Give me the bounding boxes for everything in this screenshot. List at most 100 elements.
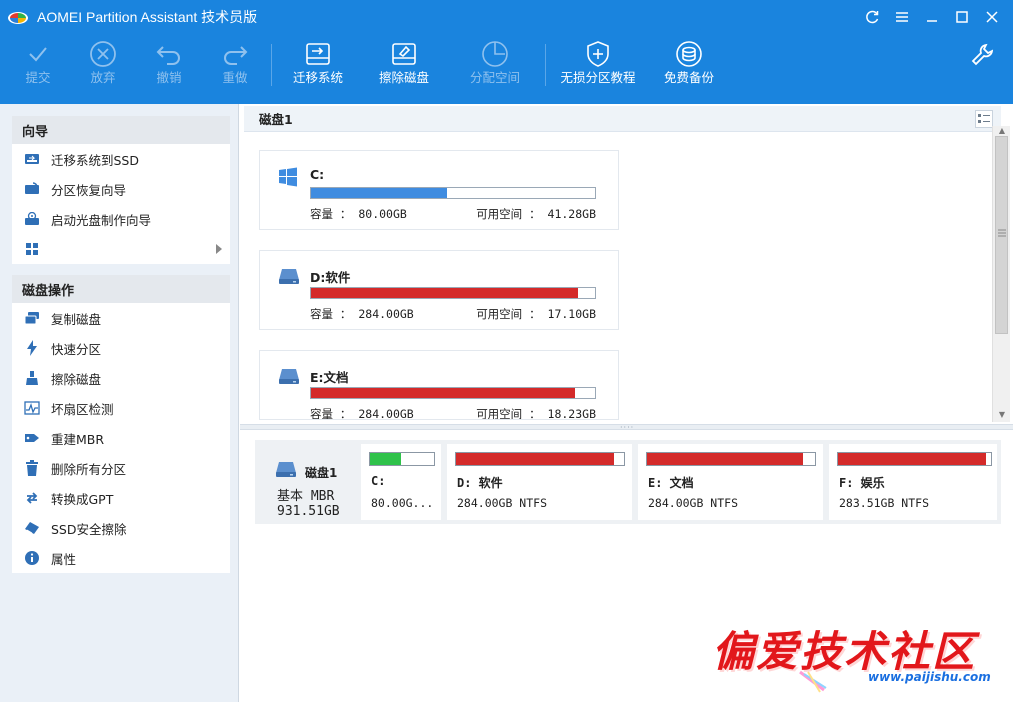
app-logo-icon xyxy=(8,12,28,24)
close-icon[interactable] xyxy=(977,2,1007,32)
sidebar-item-copy-disk[interactable]: 复制磁盘 xyxy=(12,303,230,333)
disk-operations-panel: 磁盘操作 复制磁盘 快速分区 擦除磁盘 坏扇区检测 重建MBR 删除所有分区 转… xyxy=(12,275,230,573)
partition-card-c[interactable]: C: 容量 ： 80.00GB 可用空间 ： 41.28GB xyxy=(259,150,619,230)
partition-card-d[interactable]: D:软件 容量 ： 284.00GB 可用空间 ： 17.10GB xyxy=(259,250,619,330)
free-backup-label: 免费备份 xyxy=(663,70,714,85)
sidebar-item-delete-all[interactable]: 删除所有分区 xyxy=(12,453,230,483)
refresh-icon[interactable] xyxy=(857,2,887,32)
chevron-right-icon xyxy=(216,244,222,254)
drive-icon xyxy=(276,462,296,477)
wizard-header: 向导 xyxy=(12,116,230,144)
partition-info: 284.00GB NTFS xyxy=(648,496,739,510)
menu-icon[interactable] xyxy=(887,2,917,32)
redo-icon xyxy=(224,46,248,65)
sidebar-item-label: 属性 xyxy=(51,551,77,567)
partition-name: E: 文档 xyxy=(648,476,694,490)
vertical-scrollbar[interactable]: ▲ ▼ xyxy=(992,126,1010,422)
partition-info: 283.51GB NTFS xyxy=(839,496,930,510)
toolbar-separator xyxy=(545,44,546,86)
partition-card-e[interactable]: E:文档 容量 ： 284.00GB 可用空间 ： 18.23GB xyxy=(259,350,619,420)
partition-info: 80.00G... xyxy=(371,496,434,510)
disk-header: 磁盘1 xyxy=(244,106,1001,132)
maximize-icon[interactable] xyxy=(947,2,977,32)
commit-button[interactable]: 提交 xyxy=(20,38,56,94)
sidebar-item-migrate-ssd[interactable]: 迁移系统到SSD xyxy=(12,144,230,174)
sidebar-item-bad-sector[interactable]: 坏扇区检测 xyxy=(12,393,230,423)
sidebar-item-more-apps[interactable] xyxy=(12,234,230,264)
title-bar: AOMEI Partition Assistant 技术员版 xyxy=(0,0,1013,34)
tutorial-button[interactable]: 无损分区教程 xyxy=(558,38,638,94)
sidebar-item-label: 删除所有分区 xyxy=(51,461,127,477)
drive-icon xyxy=(279,369,299,384)
partition-list-panel: 磁盘1 C: 容量 ： 80.00GB 可用空间 ： 41.28GB D:软件 … xyxy=(240,104,1013,426)
disk-map-partition-e[interactable]: E: 文档 284.00GB NTFS xyxy=(638,444,823,520)
wizard-panel: 向导 迁移系统到SSD 分区恢复向导 启动光盘制作向导 xyxy=(12,116,230,264)
delete-partitions-icon xyxy=(24,460,40,476)
scroll-up-arrow[interactable]: ▲ xyxy=(997,126,1007,136)
allocate-space-button[interactable]: 分配空间 xyxy=(467,38,523,94)
toolbar-separator xyxy=(271,44,272,86)
tutorial-label: 无损分区教程 xyxy=(560,70,636,85)
usage-bar xyxy=(837,452,992,466)
sidebar-item-partition-recovery[interactable]: 分区恢复向导 xyxy=(12,174,230,204)
info-icon xyxy=(24,550,40,566)
discard-button[interactable]: 放弃 xyxy=(85,38,121,94)
watermark-url: www.paijishu.com xyxy=(868,670,991,684)
free-backup-button[interactable]: 免费备份 xyxy=(661,38,717,94)
windows-icon xyxy=(279,167,297,187)
capacity-text: 容量 ： 284.00GB xyxy=(310,307,414,321)
usage-bar-fill xyxy=(311,388,576,398)
copy-disk-icon xyxy=(24,310,40,326)
migrate-os-button[interactable]: 迁移系统 xyxy=(290,38,346,94)
sparkle-icon xyxy=(799,670,827,693)
disk-size: 931.51GB xyxy=(277,504,340,519)
partition-name: D:软件 xyxy=(310,270,351,285)
capacity-text: 容量 ： 80.00GB xyxy=(310,207,407,221)
sidebar-item-label: 分区恢复向导 xyxy=(51,182,127,198)
usage-bar-fill xyxy=(311,288,578,298)
sidebar-item-properties[interactable]: 属性 xyxy=(12,543,230,573)
sidebar-item-label: 启动光盘制作向导 xyxy=(51,212,152,228)
minimize-icon[interactable] xyxy=(917,2,947,32)
scroll-thumb[interactable] xyxy=(995,136,1008,334)
sidebar-item-bootable-media[interactable]: 启动光盘制作向导 xyxy=(12,204,230,234)
discard-label: 放弃 xyxy=(90,70,116,85)
watermark: 偏爱技术社区 www.paijishu.com xyxy=(700,612,1010,702)
backup-icon xyxy=(676,41,702,67)
disk-type: 基本 MBR xyxy=(277,489,335,504)
wipe-disk-button[interactable]: 擦除磁盘 xyxy=(376,38,432,94)
sidebar-item-ssd-erase[interactable]: SSD安全擦除 xyxy=(12,513,230,543)
sidebar-item-convert-gpt[interactable]: 转换成GPT xyxy=(12,483,230,513)
sidebar-item-rebuild-mbr[interactable]: 重建MBR xyxy=(12,423,230,453)
disk-map-partition-c[interactable]: C: 80.00G... xyxy=(361,444,441,520)
sidebar-item-wipe-disk[interactable]: 擦除磁盘 xyxy=(12,363,230,393)
sidebar-item-label: 快速分区 xyxy=(51,341,102,357)
disk-map-partition-f[interactable]: F: 娱乐 283.51GB NTFS xyxy=(829,444,997,520)
scroll-down-arrow[interactable]: ▼ xyxy=(997,410,1007,420)
eraser-icon xyxy=(24,370,40,386)
tools-button[interactable] xyxy=(968,38,998,94)
allocate-space-icon xyxy=(482,41,508,67)
undo-button[interactable]: 撤销 xyxy=(151,38,187,94)
view-toggle-button[interactable] xyxy=(975,110,993,128)
sidebar-item-label: 擦除磁盘 xyxy=(51,371,102,387)
usage-bar xyxy=(310,287,596,299)
pane-splitter[interactable]: ···· xyxy=(240,424,1013,432)
allocate-space-label: 分配空间 xyxy=(469,70,520,85)
disk-title: 磁盘1 xyxy=(259,112,293,127)
bad-sector-icon xyxy=(24,400,40,416)
capacity-text: 容量 ： 284.00GB xyxy=(310,407,414,420)
sidebar-item-label: SSD安全擦除 xyxy=(51,521,127,537)
partition-name: D: 软件 xyxy=(457,476,503,490)
partition-name: F: 娱乐 xyxy=(839,476,885,490)
disk-map-disk[interactable]: 磁盘1 基本 MBR 931.51GB xyxy=(255,440,359,524)
usage-bar xyxy=(369,452,435,466)
partition-info: 284.00GB NTFS xyxy=(457,496,548,510)
redo-button[interactable]: 重做 xyxy=(217,38,253,94)
more-apps-icon xyxy=(24,241,40,257)
partition-recovery-icon xyxy=(24,181,40,197)
lightning-icon xyxy=(24,340,40,356)
disk-map-partition-d[interactable]: D: 软件 284.00GB NTFS xyxy=(447,444,632,520)
disk-name: 磁盘1 xyxy=(305,466,338,480)
sidebar-item-quick-partition[interactable]: 快速分区 xyxy=(12,333,230,363)
